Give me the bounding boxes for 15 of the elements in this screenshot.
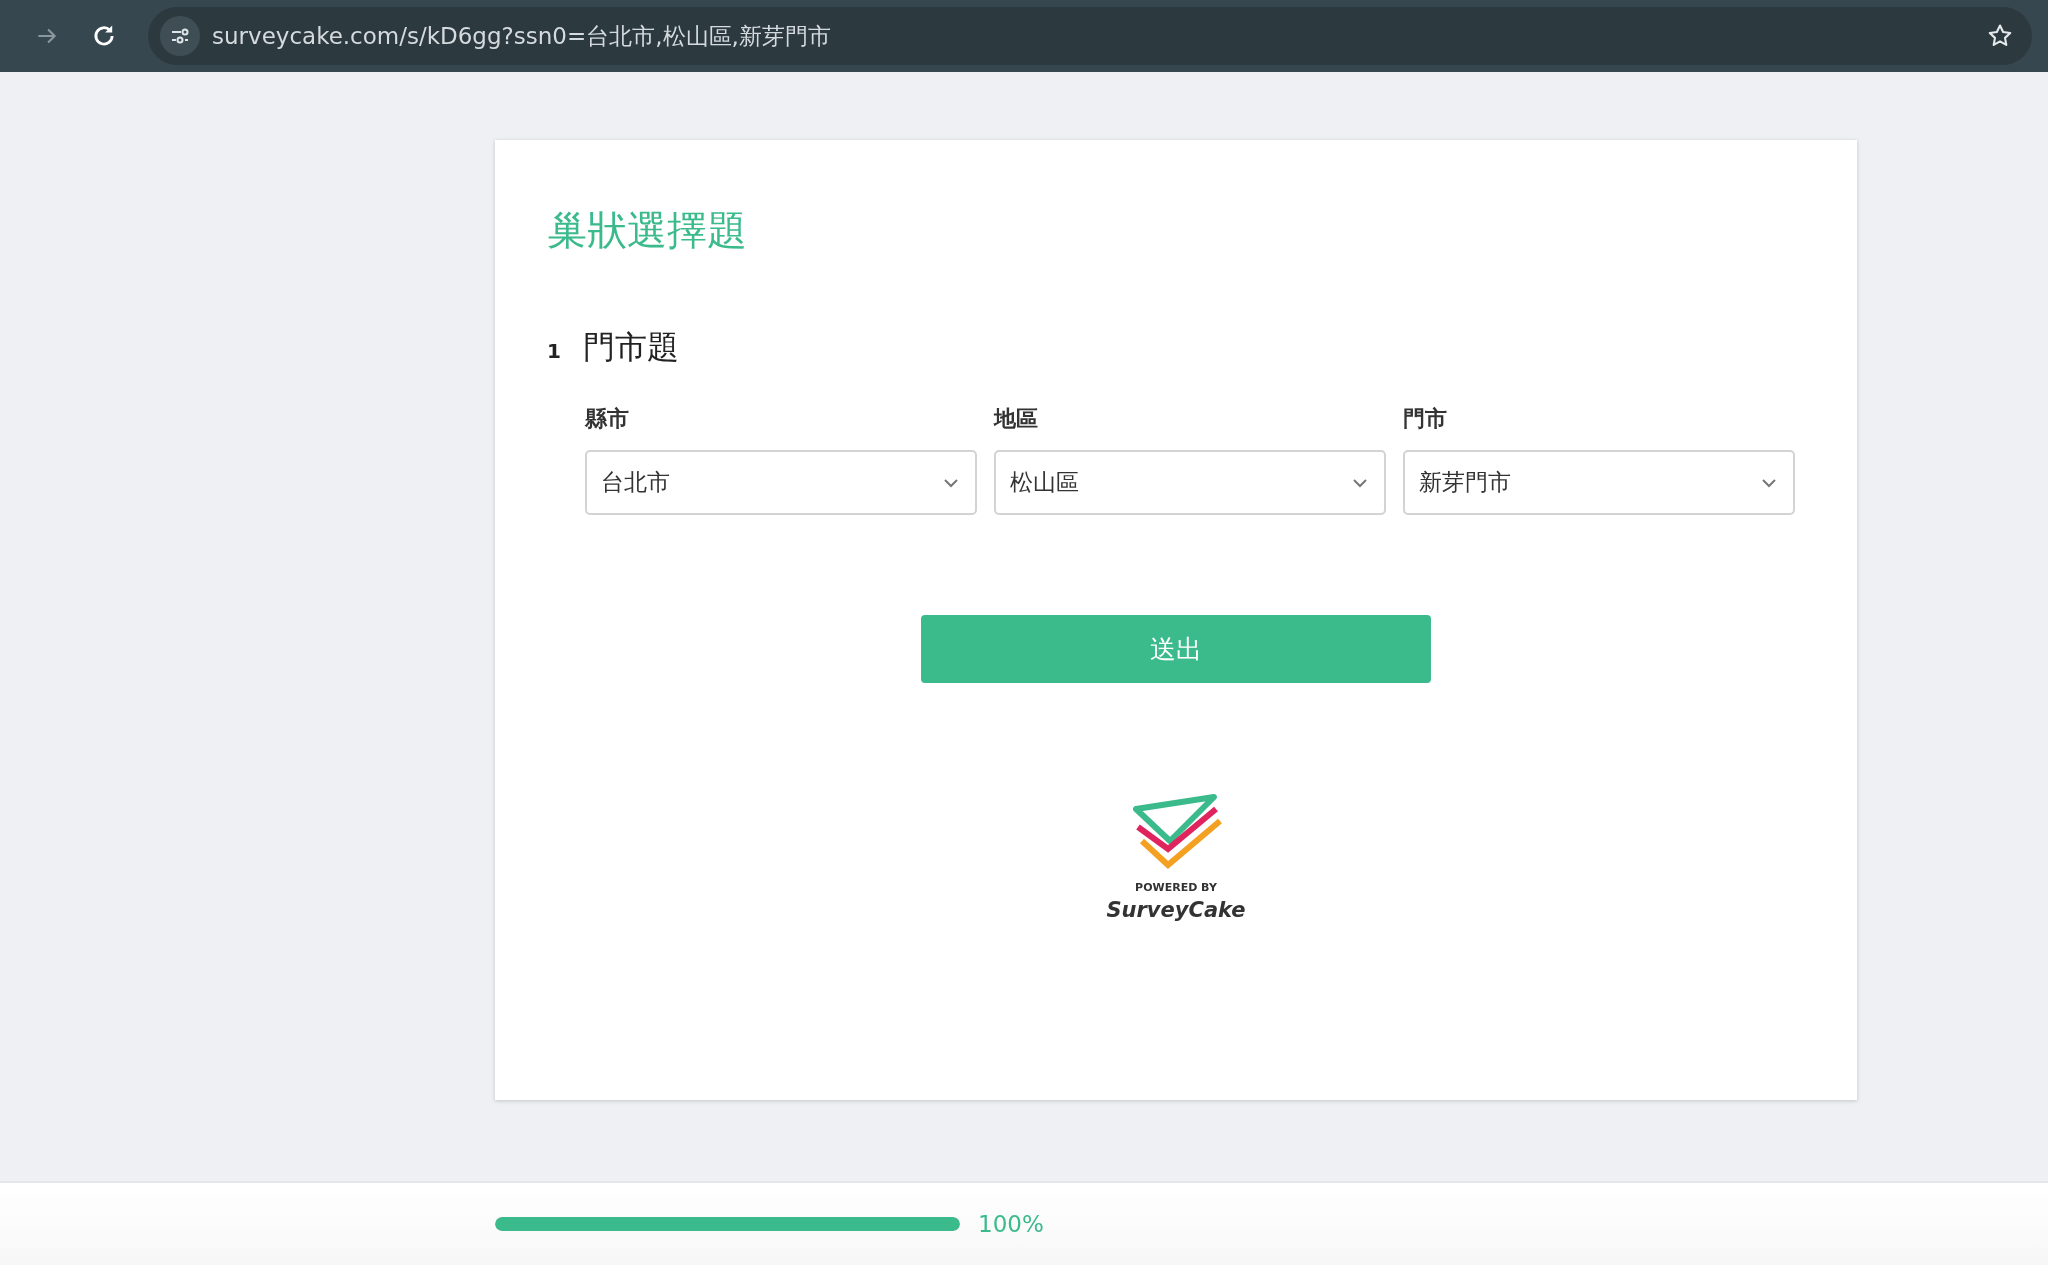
brand-name: SurveyCake	[1106, 898, 1246, 922]
powered-by-text: POWERED BY	[1135, 881, 1217, 894]
progress-reading: 100%	[978, 1211, 1044, 1237]
select-label: 縣市	[585, 405, 630, 433]
dropdown-select[interactable]: 松山區	[994, 450, 1386, 515]
question-number: 1	[547, 339, 561, 363]
survey-title: 巢狀選擇題	[547, 206, 748, 255]
select-label: 地區	[994, 405, 1039, 433]
dropdown-select[interactable]: 新芽門市	[1403, 450, 1795, 515]
dropdown-select[interactable]: 台北市	[585, 450, 977, 515]
url-text: surveycake.com/s/kD6gg?ssn0=台北市,松山區,新芽門市	[212, 21, 832, 51]
address-bar[interactable]: surveycake.com/s/kD6gg?ssn0=台北市,松山區,新芽門市	[148, 7, 2032, 65]
select-label: 門市	[1403, 405, 1448, 433]
site-settings-icon[interactable]	[160, 16, 200, 56]
question-title: 門市題	[582, 327, 679, 368]
